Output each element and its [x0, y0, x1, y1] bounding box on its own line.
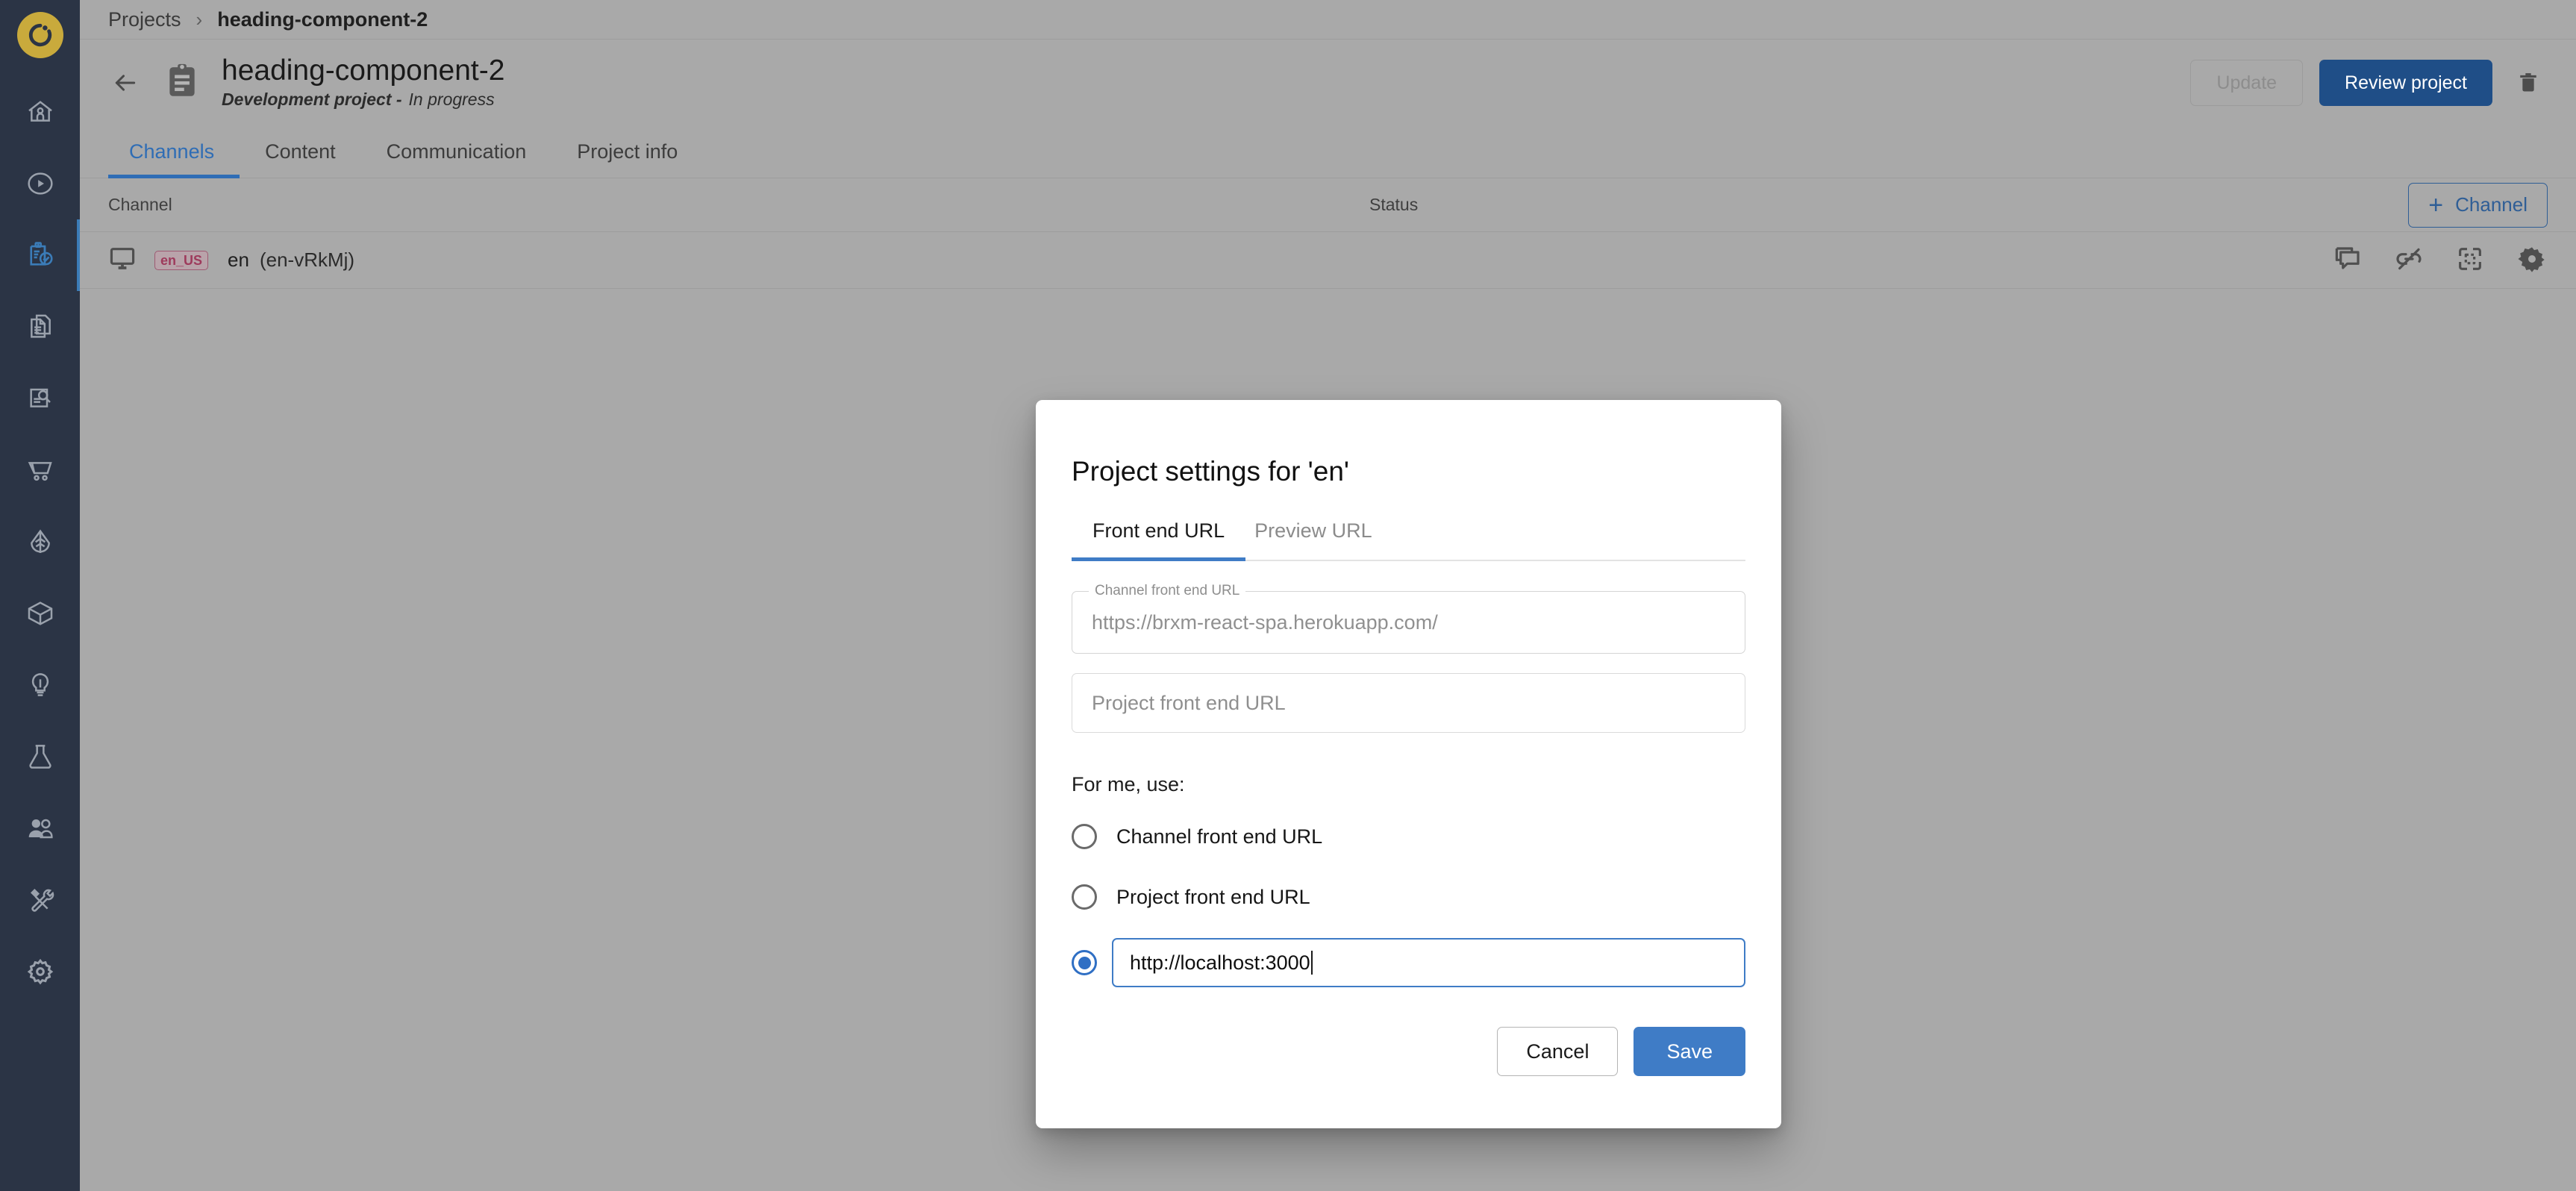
radio-option-custom-url[interactable]: http://localhost:3000 [1072, 937, 1745, 989]
channel-front-end-url-value: https://brxm-react-spa.herokuapp.com/ [1092, 610, 1438, 634]
tools-icon [25, 885, 55, 915]
sidebar-item-relevance[interactable] [0, 506, 80, 578]
home-icon [25, 97, 55, 127]
sidebar-item-audiences[interactable] [0, 793, 80, 864]
sidebar-item-document-search[interactable] [0, 363, 80, 434]
sidebar-item-experience-manager[interactable] [0, 148, 80, 219]
project-front-end-url-field[interactable]: Project front end URL [1072, 673, 1745, 733]
gear-icon [25, 957, 55, 987]
radio-button-checked-icon[interactable] [1072, 950, 1097, 975]
sidebar-item-home[interactable] [0, 76, 80, 148]
sidebar-item-documents[interactable] [0, 291, 80, 363]
left-nav-rail [0, 0, 80, 1191]
shopping-cart-icon [25, 455, 55, 485]
tab-front-end-url[interactable]: Front end URL [1072, 519, 1246, 561]
front-end-url-radio-group: Channel front end URL Project front end … [1072, 816, 1745, 989]
main-area: Projects › heading-component-2 heading-c… [80, 0, 2576, 1191]
brand-logo-icon[interactable] [16, 12, 63, 58]
box-icon [25, 598, 55, 628]
play-circle-icon [25, 169, 55, 198]
text-cursor [1310, 951, 1313, 975]
app-root: Projects › heading-component-2 heading-c… [0, 0, 2576, 1191]
sidebar-item-settings[interactable] [0, 936, 80, 1007]
for-me-use-label: For me, use: [1072, 773, 1185, 795]
custom-url-value: http://localhost:3000 [1130, 951, 1310, 974]
sidebar-item-projects[interactable] [0, 219, 80, 291]
sidebar-item-setup[interactable] [0, 864, 80, 936]
radio-button-unchecked-icon[interactable] [1072, 824, 1097, 849]
channel-front-end-url-label: Channel front end URL [1089, 583, 1246, 599]
custom-url-input[interactable]: http://localhost:3000 [1112, 938, 1745, 987]
sidebar-item-commerce[interactable] [0, 434, 80, 506]
dialog-footer: Cancel Save [1497, 1027, 1745, 1076]
radio-option-channel-url[interactable]: Channel front end URL [1072, 816, 1745, 857]
channel-front-end-url-field[interactable]: Channel front end URL https://brxm-react… [1072, 583, 1745, 654]
sidebar-item-assets[interactable] [0, 578, 80, 649]
sidebar-item-insights[interactable] [0, 649, 80, 721]
save-button[interactable]: Save [1634, 1027, 1745, 1076]
radio-option-project-url[interactable]: Project front end URL [1072, 876, 1745, 918]
radio-label-channel-url: Channel front end URL [1116, 825, 1323, 848]
document-search-icon [25, 384, 55, 413]
tab-preview-url[interactable]: Preview URL [1254, 519, 1402, 560]
leaf-icon [25, 527, 55, 557]
sidebar-item-experiments[interactable] [0, 721, 80, 793]
flask-icon [25, 742, 55, 772]
dialog-tabs: Front end URL Preview URL [1072, 519, 1745, 561]
clipboard-check-icon [25, 240, 56, 271]
lightbulb-icon [25, 670, 55, 700]
radio-button-unchecked-icon[interactable] [1072, 884, 1097, 910]
cancel-button[interactable]: Cancel [1497, 1027, 1619, 1076]
rail-icon-list [0, 76, 80, 1007]
radio-label-project-url: Project front end URL [1116, 885, 1310, 908]
users-icon [25, 813, 55, 843]
dialog-title: Project settings for 'en' [1072, 456, 1349, 487]
documents-icon [25, 312, 55, 342]
project-settings-dialog: Project settings for 'en' Front end URL … [1036, 400, 1781, 1128]
project-front-end-url-placeholder: Project front end URL [1092, 691, 1286, 714]
